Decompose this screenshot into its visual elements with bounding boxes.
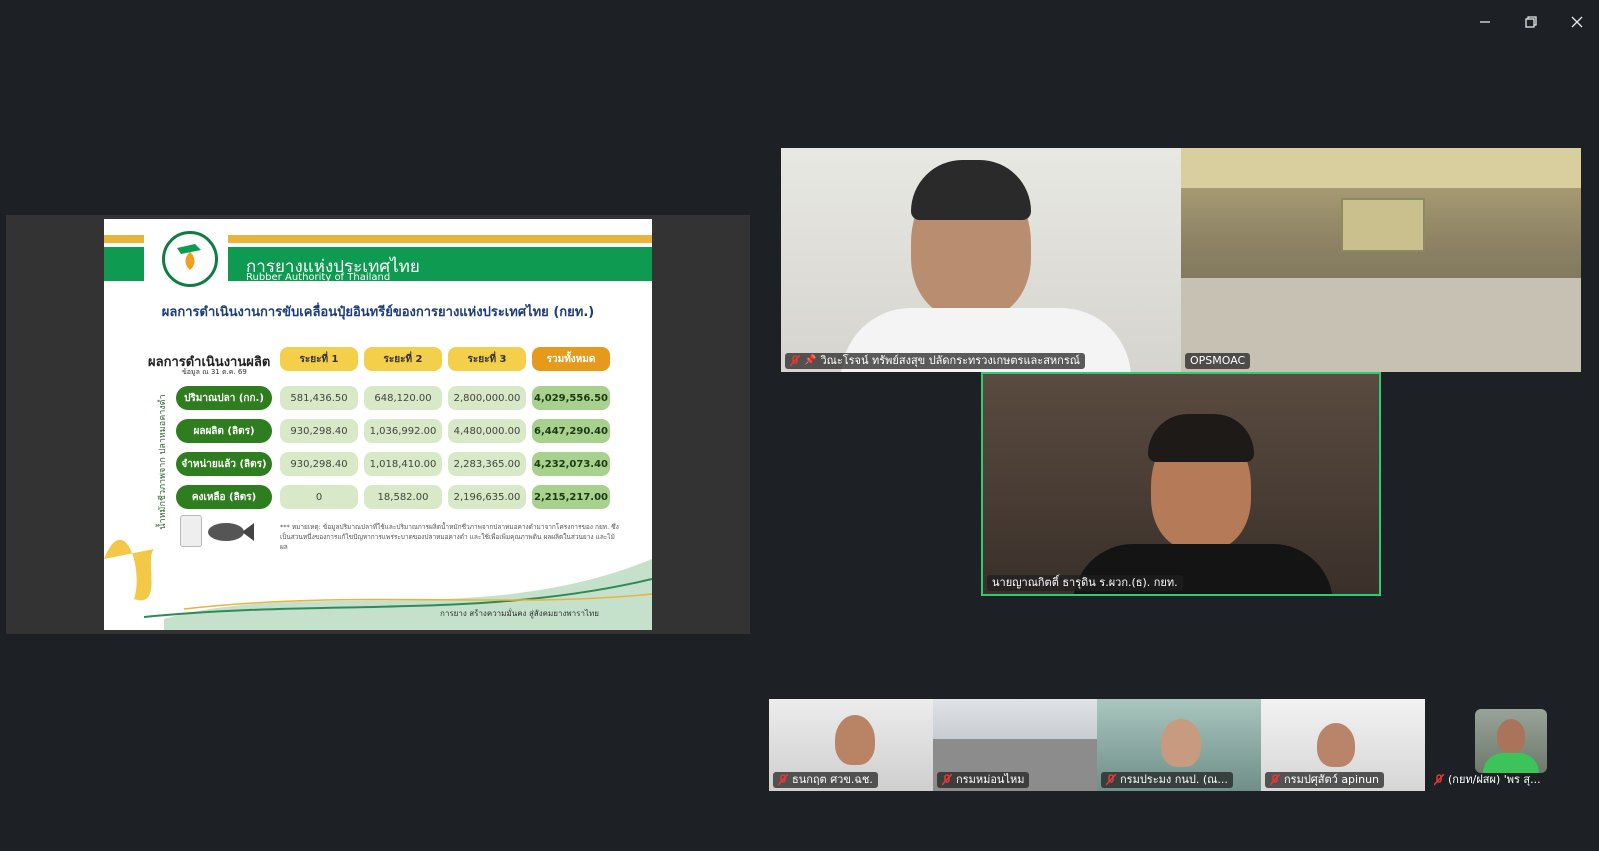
participant-hair (1148, 414, 1254, 462)
participant-name: นายญาณกิตติ์ ธารุดิน ร.ผวก.(ธ). กยท. (992, 576, 1178, 589)
table-cell: 930,298.40 (280, 452, 358, 476)
room-screen (1341, 198, 1425, 252)
participant-thumbnail[interactable]: กรมประมง กนป. (ณ... (1097, 699, 1261, 791)
participant-avatar (1475, 709, 1547, 773)
slide-footer: การยาง สร้างความมั่นคง สู่สังคมยางพาราไท… (440, 609, 599, 618)
slide-stripe (104, 235, 144, 243)
rubber-authority-logo (162, 231, 218, 287)
muted-mic-icon (1269, 773, 1281, 786)
slide-stripe (228, 235, 652, 243)
participant-name-tag: กรมหม่อนไหม (937, 772, 1030, 788)
row-label: ปริมาณปลา (กก.) (176, 386, 272, 410)
participant-name-tag: กรมปศุสัตว์ apinun (1265, 772, 1385, 788)
table-cell: 1,036,992.00 (364, 419, 442, 443)
participant-thumbnail[interactable]: กรมหม่อนไหม (933, 699, 1097, 791)
muted-mic-icon (789, 354, 801, 367)
column-header: ระยะที่ 2 (364, 347, 442, 371)
muted-mic-icon (941, 773, 953, 786)
column-header: ระยะที่ 1 (280, 347, 358, 371)
participant-video-tile[interactable]: 📌 วิณะโรจน์ ทรัพย์สงสุข ปลัดกระทรวงเกษตร… (781, 148, 1181, 372)
participant-name-tag: กรมประมง กนป. (ณ... (1101, 772, 1233, 788)
table-cell: 648,120.00 (364, 386, 442, 410)
slide-title: ผลการดำเนินงานการขับเคลื่อนปุ๋ยอินทรีย์ข… (161, 305, 595, 320)
minimize-icon (1480, 21, 1490, 23)
table-cell-total: 4,232,073.40 (532, 452, 610, 476)
pin-icon: 📌 (804, 355, 817, 366)
section-subtitle: ข้อมูล ณ 31 ต.ค. 69 (182, 368, 247, 376)
participant-name: OPSMOAC (1190, 354, 1246, 367)
shared-screen[interactable]: การยางแห่งประเทศไทย Rubber Authority of … (6, 215, 750, 634)
participant-face (835, 715, 875, 765)
table-cell: 4,480,000.00 (448, 419, 526, 443)
muted-mic-icon (777, 773, 789, 786)
table-cell: 2,283,365.00 (448, 452, 526, 476)
close-button[interactable] (1562, 8, 1592, 36)
table-cell-total: 4,029,556.50 (532, 386, 610, 410)
participant-name-tag: ธนกฤต ศวข.ฉช. (773, 772, 878, 788)
participant-thumbnail[interactable]: ธนกฤต ศวข.ฉช. (769, 699, 933, 791)
participant-name-tag: นายญาณกิตติ์ ธารุดิน ร.ผวก.(ธ). กยท. (987, 575, 1183, 591)
participant-hair (911, 160, 1031, 220)
participant-name-tag: 📌 วิณะโรจน์ ทรัพย์สงสุข ปลัดกระทรวงเกษตร… (785, 353, 1085, 369)
slide-stripe (104, 247, 144, 281)
muted-mic-icon (1433, 773, 1445, 786)
muted-mic-icon (1105, 773, 1117, 786)
participant-name-tag: (กยท/ฝสผ) 'พร สุ... (1429, 772, 1546, 788)
room-ceiling (1181, 148, 1581, 188)
restore-button[interactable] (1516, 8, 1546, 36)
close-icon (1571, 16, 1583, 28)
participant-name: ธนกฤต ศวข.ฉช. (792, 773, 873, 786)
column-header-total: รวมทั้งหมด (532, 347, 610, 371)
participant-face (1317, 723, 1355, 767)
table-cell: 2,800,000.00 (448, 386, 526, 410)
participant-face (1161, 719, 1201, 767)
column-header: ระยะที่ 3 (448, 347, 526, 371)
participant-name: วิณะโรจน์ ทรัพย์สงสุข ปลัดกระทรวงเกษตรแล… (820, 354, 1080, 367)
row-label: จำหน่ายแล้ว (ลิตร) (176, 452, 272, 476)
restore-icon (1525, 16, 1537, 28)
participant-name-tag: OPSMOAC (1185, 353, 1251, 369)
table-cell-total: 6,447,290.40 (532, 419, 610, 443)
participant-video-tile[interactable]: OPSMOAC (1181, 148, 1581, 372)
table-cell: 930,298.40 (280, 419, 358, 443)
participant-name: กรมปศุสัตว์ apinun (1284, 773, 1380, 786)
participant-thumbnail[interactable]: กรมปศุสัตว์ apinun (1261, 699, 1425, 791)
active-speaker-tile[interactable]: นายญาณกิตติ์ ธารุดิน ร.ผวก.(ธ). กยท. (981, 372, 1381, 596)
row-label: ผลผลิต (ลิตร) (176, 419, 272, 443)
participant-name: กรมประมง กนป. (ณ... (1120, 773, 1228, 786)
table-cell: 581,436.50 (280, 386, 358, 410)
minimize-button[interactable] (1470, 8, 1500, 36)
participant-name: กรมหม่อนไหม (956, 773, 1025, 786)
participant-thumbnail[interactable]: (กยท/ฝสผ) 'พร สุ... (1425, 699, 1589, 791)
table-cell: 1,018,410.00 (364, 452, 442, 476)
org-name-english: Rubber Authority of Thailand (246, 272, 391, 283)
participant-name: (กยท/ฝสผ) 'พร สุ... (1448, 773, 1541, 786)
presentation-slide: การยางแห่งประเทศไทย Rubber Authority of … (104, 219, 652, 630)
